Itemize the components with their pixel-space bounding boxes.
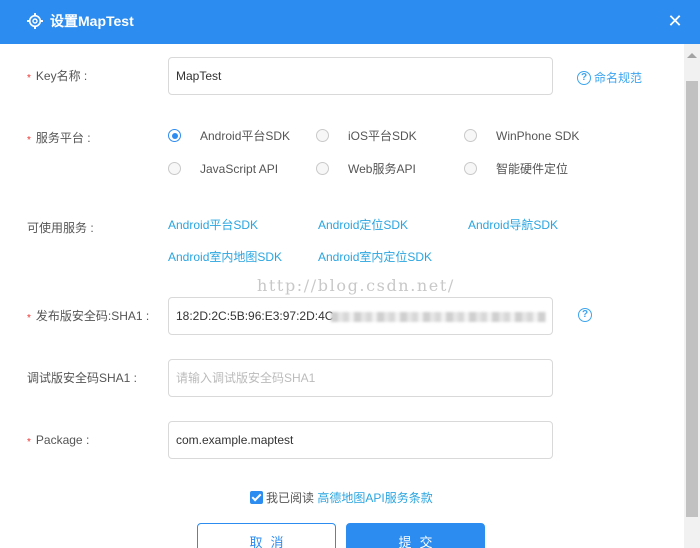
required-mark: * (27, 135, 31, 146)
watermark: http://blog.csdn.net/ (257, 276, 455, 295)
gear-icon (27, 13, 43, 29)
key-name-input[interactable]: MapTest (168, 57, 553, 95)
help-icon[interactable]: ? (577, 71, 591, 85)
services-label: 可使用服务 : (27, 221, 94, 235)
platform-label: * 服务平台 : (27, 131, 91, 146)
radio-winphone-sdk[interactable] (464, 129, 477, 142)
radio-hardware-location[interactable] (464, 162, 477, 175)
agreement-row: 我已阅读 高德地图API服务条款 (250, 490, 433, 506)
agreement-text: 我已阅读 (266, 491, 315, 505)
option-android-sdk[interactable]: Android平台SDK (200, 128, 290, 144)
radio-web-api[interactable] (316, 162, 329, 175)
naming-rules-link[interactable]: 命名规范 (594, 70, 642, 86)
radio-ios-sdk[interactable] (316, 129, 329, 142)
option-javascript-api[interactable]: JavaScript API (200, 161, 278, 177)
service-android-indoor-map[interactable]: Android室内地图SDK (168, 249, 282, 265)
debug-sha1-label: 调试版安全码SHA1 : (27, 371, 138, 385)
service-android-location[interactable]: Android定位SDK (318, 217, 408, 233)
service-android-navigation[interactable]: Android导航SDK (468, 217, 558, 233)
submit-button[interactable]: 提交 (346, 523, 485, 548)
service-android-sdk[interactable]: Android平台SDK (168, 217, 258, 233)
terms-link[interactable]: 高德地图API服务条款 (317, 491, 432, 505)
help-icon[interactable]: ? (578, 308, 592, 322)
scrollbar[interactable] (684, 44, 700, 548)
package-input[interactable]: com.example.maptest (168, 421, 553, 459)
radio-android-sdk[interactable] (168, 129, 181, 142)
radio-javascript-api[interactable] (168, 162, 181, 175)
scrollbar-thumb[interactable] (686, 81, 698, 517)
redacted-text (331, 311, 547, 322)
debug-sha1-input[interactable]: 请输入调试版安全码SHA1 (168, 359, 553, 397)
option-web-api[interactable]: Web服务API (348, 161, 416, 177)
scroll-up-arrow-icon[interactable] (687, 53, 697, 58)
option-winphone-sdk[interactable]: WinPhone SDK (496, 128, 579, 144)
package-label: * Package : (27, 433, 90, 448)
service-android-indoor-location[interactable]: Android室内定位SDK (318, 249, 432, 265)
option-ios-sdk[interactable]: iOS平台SDK (348, 128, 417, 144)
cancel-button[interactable]: 取消 (197, 523, 336, 548)
release-sha1-input[interactable]: 18:2D:2C:5B:96:E3:97:2D:4C (168, 297, 553, 335)
key-name-label: * Key名称 : (27, 69, 88, 84)
release-sha1-label: * 发布版安全码:SHA1 : (27, 309, 150, 324)
required-mark: * (27, 73, 31, 84)
required-mark: * (27, 313, 31, 324)
close-icon[interactable]: ✕ (664, 10, 686, 32)
required-mark: * (27, 437, 31, 448)
dialog-title: 设置MapTest (50, 13, 134, 29)
agreement-checkbox[interactable] (250, 491, 263, 504)
option-hardware-location[interactable]: 智能硬件定位 (496, 161, 568, 177)
dialog-titlebar: 设置MapTest ✕ (0, 0, 700, 44)
